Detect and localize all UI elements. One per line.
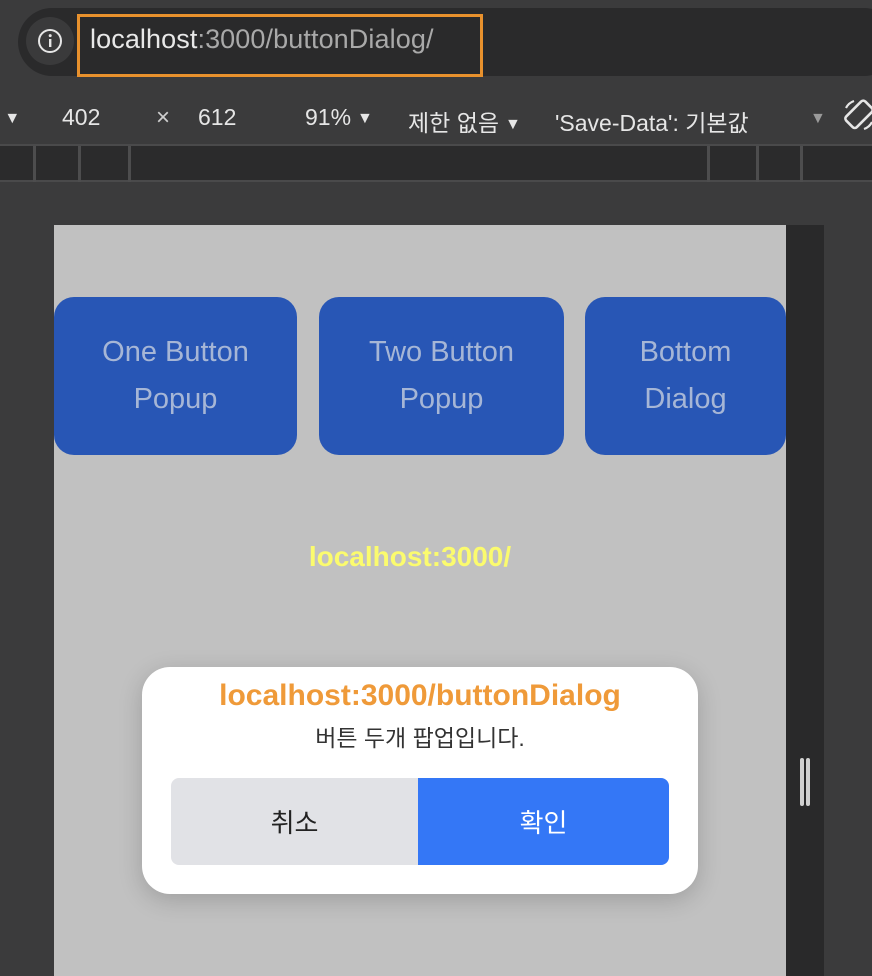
chevron-down-icon: ▼ — [4, 110, 21, 127]
ruler-tick — [756, 146, 759, 182]
throttle-dropdown[interactable]: 제한 없음 ▼ — [408, 104, 521, 138]
save-data-dropdown[interactable]: 'Save-Data': 기본값 — [555, 104, 749, 138]
chevron-down-icon: ▼ — [357, 110, 373, 127]
dialog-title: localhost:3000/buttonDialog — [219, 679, 621, 712]
browser-address-strip: localhost:3000/buttonDialog/ — [0, 0, 872, 86]
throttle-value: 제한 없음 — [408, 110, 500, 136]
info-icon[interactable] — [26, 17, 74, 65]
ruler-tick — [800, 146, 803, 182]
bottom-dialog-button[interactable]: Bottom Dialog — [585, 297, 786, 455]
device-dropdown[interactable]: !▼ — [0, 104, 20, 131]
media-query-ruler[interactable] — [0, 144, 872, 182]
url-host: localhost — [90, 24, 198, 54]
times-icon: × — [156, 104, 171, 131]
resize-grip[interactable] — [806, 758, 810, 806]
resize-grip[interactable] — [800, 758, 804, 806]
chevron-down-icon: ▼ — [505, 116, 521, 133]
save-data-value: 'Save-Data': 기본값 — [555, 110, 749, 136]
rotate-icon[interactable] — [842, 98, 872, 138]
two-button-popup-button[interactable]: Two Button Popup — [319, 297, 564, 455]
zoom-value: 91% — [305, 104, 352, 130]
height-input[interactable]: 612 — [198, 104, 236, 131]
ruler-tick — [33, 146, 36, 182]
width-input[interactable]: 402 — [62, 104, 100, 131]
home-link[interactable]: localhost:3000/ — [54, 541, 766, 573]
cancel-button[interactable]: 취소 — [171, 778, 418, 865]
zoom-dropdown[interactable]: 91% ▼ — [305, 104, 373, 131]
ruler-tick — [128, 146, 131, 182]
popup-dialog: localhost:3000/buttonDialog 버튼 두개 팝업입니다.… — [142, 667, 698, 894]
dialog-message: 버튼 두개 팝업입니다. — [315, 725, 525, 751]
chevron-down-icon[interactable]: ▼ — [804, 104, 826, 131]
one-button-popup-button[interactable]: One Button Popup — [54, 297, 297, 455]
device-toolbar: !▼ 402 × 612 91% ▼ 제한 없음 ▼ 'Save-Data': 기본… — [0, 88, 872, 144]
url-path: :3000/buttonDialog/ — [197, 24, 434, 54]
ruler-tick — [78, 146, 81, 182]
confirm-button[interactable]: 확인 — [418, 778, 669, 865]
url-text[interactable]: localhost:3000/buttonDialog/ — [90, 24, 434, 55]
ruler-tick — [707, 146, 710, 182]
resize-handle-track — [786, 225, 824, 976]
